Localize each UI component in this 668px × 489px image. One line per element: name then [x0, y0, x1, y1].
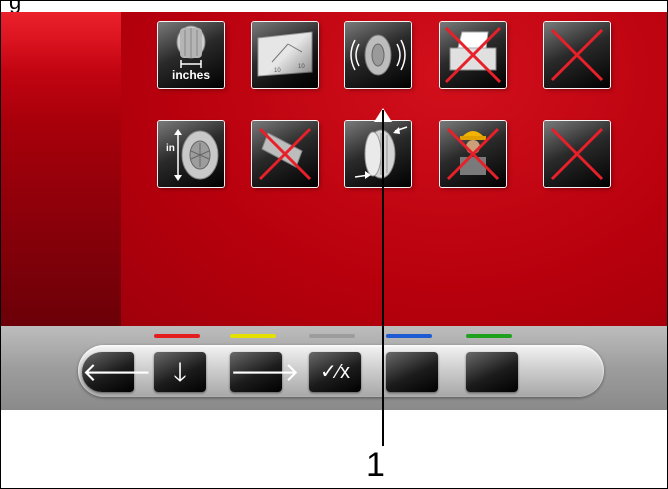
- toolbar-button-next[interactable]: 🡒: [230, 352, 300, 392]
- color-indicator-blue: [386, 334, 432, 338]
- toolbar-button-blank-blue[interactable]: [386, 352, 438, 392]
- toolbar-button-toggle[interactable]: ✓⁄x: [309, 352, 361, 392]
- callout-leader-line: [382, 110, 384, 446]
- color-indicator-yellow: [230, 334, 276, 338]
- tile-tool-disabled: [252, 121, 318, 187]
- tile-units-label: inches: [171, 68, 210, 82]
- toolbar-button-down[interactable]: 🡓: [154, 352, 206, 392]
- color-indicator-green: [466, 334, 512, 338]
- tile-empty-top: [544, 22, 610, 88]
- tool-disabled-icon: [258, 127, 312, 181]
- color-indicator-grey: [309, 334, 355, 338]
- tile-shade: [252, 22, 318, 88]
- tire-vibration-icon: [350, 34, 406, 76]
- tile-rim-diameter[interactable]: in: [158, 121, 224, 187]
- callout-number: 1: [366, 446, 385, 484]
- tile-operator-disabled: [440, 121, 506, 187]
- operator-disabled-icon: [446, 127, 500, 181]
- tile-rim-label: in: [166, 143, 175, 154]
- toggle-check-x-icon: ✓⁄x: [319, 361, 351, 383]
- tile-tire-profile[interactable]: [345, 121, 411, 187]
- disabled-x-icon: [550, 127, 604, 181]
- color-indicator-red: [154, 334, 200, 338]
- printer-disabled-icon: [444, 26, 502, 84]
- tile-printer-disabled: [440, 22, 506, 88]
- disabled-x-icon: [550, 28, 604, 82]
- toolbar-button-back[interactable]: 🡐: [82, 352, 152, 392]
- tile-vibration[interactable]: [345, 22, 411, 88]
- toolbar-button-blank-green[interactable]: [466, 352, 518, 392]
- arrow-left-icon: 🡐: [82, 357, 152, 387]
- arrow-down-icon: 🡓: [173, 357, 187, 387]
- tile-units-inches[interactable]: inches: [158, 22, 224, 88]
- tire-profile-icon: [354, 126, 408, 179]
- rim-diameter-inches-icon: [174, 129, 219, 181]
- side-panel: [1, 12, 121, 326]
- tile-gauge[interactable]: 10 10: [252, 22, 318, 88]
- tile-empty-bottom: [544, 121, 610, 187]
- arrow-right-icon: 🡒: [230, 357, 300, 387]
